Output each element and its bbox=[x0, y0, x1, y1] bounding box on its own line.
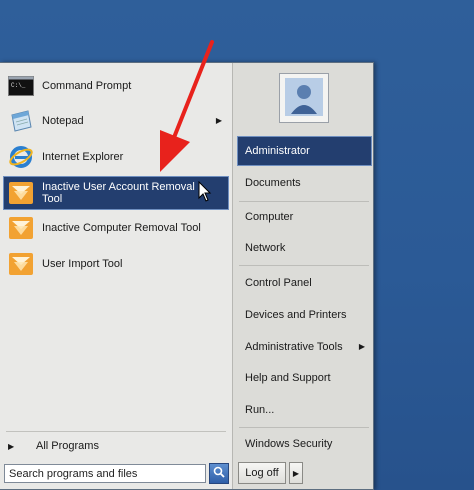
right-item-label: Devices and Printers bbox=[245, 309, 347, 321]
program-notepad[interactable]: Notepad ▶ bbox=[4, 106, 228, 136]
tool-icon bbox=[6, 180, 36, 206]
right-item-computer[interactable]: Computer bbox=[238, 203, 371, 231]
program-label: Inactive User Account Removal Tool bbox=[42, 181, 195, 205]
user-picture[interactable] bbox=[279, 73, 329, 123]
search-input[interactable]: Search programs and files bbox=[4, 464, 206, 483]
label-line-2: Tool bbox=[42, 193, 63, 205]
mouse-cursor-icon bbox=[198, 181, 212, 202]
command-prompt-icon: C:\_ bbox=[6, 73, 36, 99]
program-label: Command Prompt bbox=[42, 80, 132, 92]
program-inactive-computer-removal-tool[interactable]: Inactive Computer Removal Tool bbox=[4, 213, 228, 243]
svg-text:C:\_: C:\_ bbox=[11, 82, 26, 89]
right-item-help-and-support[interactable]: Help and Support bbox=[238, 364, 371, 392]
submenu-arrow-icon: ▶ bbox=[358, 342, 365, 351]
right-item-run[interactable]: Run... bbox=[238, 396, 371, 424]
submenu-arrow-icon: ▶ bbox=[215, 116, 222, 125]
places-pane: Administrator Documents Computer Network… bbox=[233, 63, 372, 489]
right-item-network[interactable]: Network bbox=[238, 234, 371, 262]
program-label: Notepad bbox=[42, 115, 84, 127]
all-programs-label: All Programs bbox=[36, 440, 99, 452]
right-item-label: Help and Support bbox=[245, 372, 331, 384]
right-item-label: Windows Security bbox=[245, 438, 333, 450]
notepad-icon bbox=[6, 108, 36, 134]
right-item-administrative-tools[interactable]: Administrative Tools ▶ bbox=[238, 333, 371, 361]
right-item-label: Run... bbox=[245, 404, 275, 416]
right-item-windows-security[interactable]: Windows Security bbox=[238, 430, 371, 458]
search-placeholder: Search programs and files bbox=[9, 467, 138, 480]
right-item-administrator[interactable]: Administrator bbox=[237, 136, 372, 166]
program-command-prompt[interactable]: C:\_ Command Prompt bbox=[4, 71, 228, 101]
separator bbox=[239, 265, 369, 266]
log-off-button[interactable]: Log off bbox=[238, 462, 286, 484]
separator bbox=[6, 431, 226, 432]
right-item-label: Documents bbox=[245, 177, 301, 189]
start-menu: C:\_ Command Prompt Notepad ▶ Internet E… bbox=[0, 62, 374, 490]
all-programs-button[interactable]: ▶ All Programs bbox=[4, 435, 228, 457]
search-button[interactable] bbox=[209, 463, 229, 484]
right-item-label: Network bbox=[245, 242, 286, 254]
program-user-import-tool[interactable]: User Import Tool bbox=[4, 249, 228, 279]
label-line-1: Inactive User Account Removal bbox=[42, 181, 195, 193]
right-item-label: Administrative Tools bbox=[245, 341, 343, 353]
programs-pane: C:\_ Command Prompt Notepad ▶ Internet E… bbox=[0, 63, 233, 489]
chevron-right-icon: ▶ bbox=[292, 468, 300, 478]
expand-arrow-icon: ▶ bbox=[8, 441, 15, 451]
program-label: User Import Tool bbox=[42, 258, 123, 270]
log-off-label: Log off bbox=[245, 467, 279, 479]
right-item-label: Computer bbox=[245, 211, 294, 223]
right-item-label: Control Panel bbox=[245, 277, 312, 289]
user-avatar-icon bbox=[285, 77, 323, 119]
search-icon bbox=[213, 466, 225, 481]
program-inactive-user-account-removal-tool[interactable]: Inactive User Account Removal Tool bbox=[3, 176, 229, 210]
right-item-devices-and-printers[interactable]: Devices and Printers bbox=[238, 301, 371, 329]
tool-icon bbox=[6, 251, 36, 277]
right-item-label: Administrator bbox=[245, 145, 310, 157]
program-label: Inactive Computer Removal Tool bbox=[42, 222, 201, 234]
tool-icon bbox=[6, 215, 36, 241]
internet-explorer-icon bbox=[6, 144, 36, 170]
right-item-control-panel[interactable]: Control Panel bbox=[238, 269, 371, 297]
separator bbox=[239, 201, 369, 202]
separator bbox=[239, 427, 369, 428]
shutdown-options-button[interactable]: ▶ bbox=[289, 462, 303, 484]
program-internet-explorer[interactable]: Internet Explorer bbox=[4, 142, 228, 172]
right-item-documents[interactable]: Documents bbox=[238, 169, 371, 197]
program-label: Internet Explorer bbox=[42, 151, 124, 163]
